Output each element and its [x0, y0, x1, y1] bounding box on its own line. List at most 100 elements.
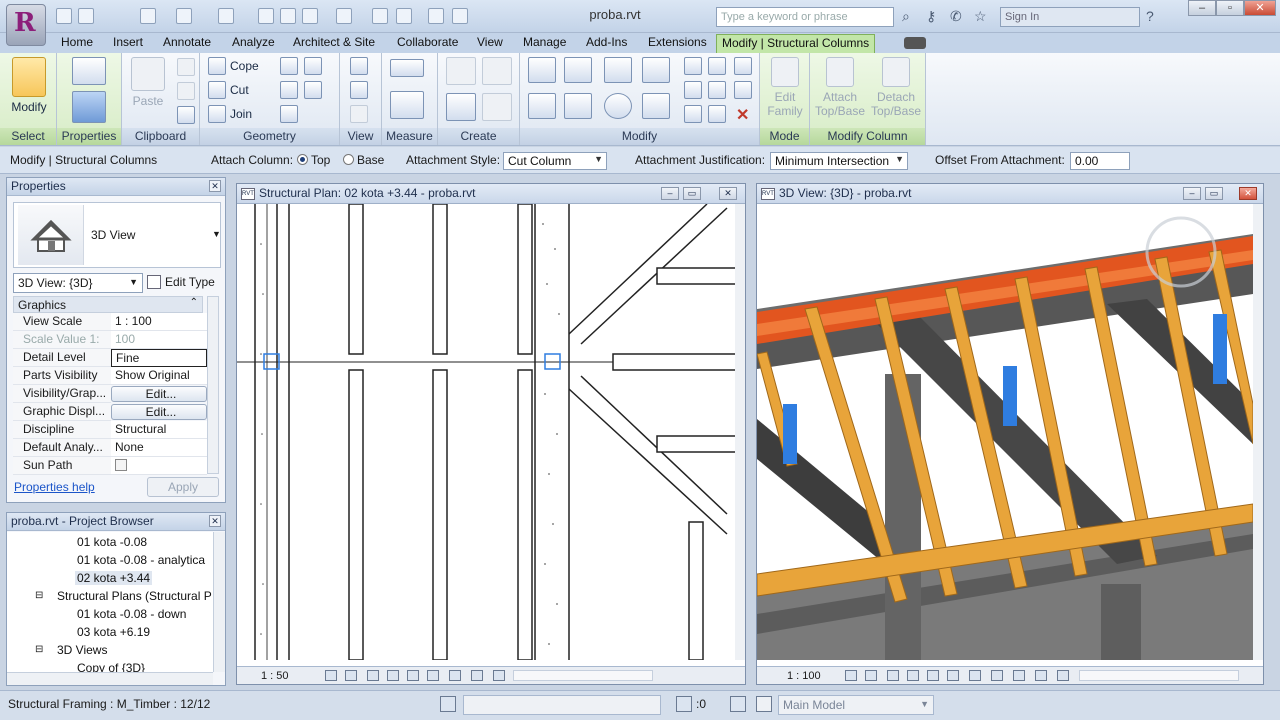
trim-icon[interactable]	[642, 93, 670, 119]
graphic-display-edit-button[interactable]: Edit...	[111, 404, 207, 420]
detach-top-base-button[interactable]: Detach Top/Base	[870, 57, 922, 118]
tree-item[interactable]: Structural Plans (Structural P	[57, 589, 212, 603]
favorites-icon[interactable]: ☆	[974, 8, 987, 25]
close-view-button[interactable]: ✕	[719, 187, 737, 200]
tab-analyze[interactable]: Analyze	[227, 34, 280, 53]
close-icon[interactable]: ✕	[209, 515, 221, 527]
crop-view-icon[interactable]	[947, 670, 959, 681]
analytical-model-icon[interactable]	[493, 670, 505, 681]
open-icon[interactable]	[56, 8, 72, 24]
sign-in-field[interactable]: Sign In	[1000, 7, 1140, 27]
offset-icon[interactable]	[564, 57, 592, 83]
undo-icon[interactable]	[140, 8, 156, 24]
match-properties-icon[interactable]	[177, 106, 195, 124]
linework-icon[interactable]	[350, 105, 368, 123]
create-group-icon[interactable]	[446, 93, 476, 121]
minimize-view-button[interactable]: –	[1183, 187, 1201, 200]
mirror-draw-icon[interactable]	[642, 57, 670, 83]
tab-architect-site[interactable]: Architect & Site	[288, 34, 380, 53]
filter-icon[interactable]	[676, 696, 692, 712]
prop-value[interactable]: None	[111, 439, 207, 457]
tree-item[interactable]: 01 kota -0.08 - analytica	[77, 553, 205, 567]
minimize-view-button[interactable]: –	[661, 187, 679, 200]
measure-between-icon[interactable]	[390, 59, 424, 77]
edit-family-button[interactable]: Edit Family	[766, 57, 804, 118]
dimension-icon[interactable]	[280, 8, 296, 24]
paint-icon[interactable]	[304, 57, 322, 75]
temporary-hide-icon[interactable]	[1013, 670, 1025, 681]
array-icon[interactable]	[684, 81, 702, 99]
prop-value[interactable]: Show Original	[111, 367, 207, 385]
graphics-group-header[interactable]: Graphics ⌃	[13, 296, 203, 313]
split-face-icon[interactable]	[280, 57, 298, 75]
align-icon[interactable]	[528, 57, 556, 83]
attachment-style-select[interactable]: Cut Column ▼	[503, 152, 607, 170]
close-view-button[interactable]: ✕	[1239, 187, 1257, 200]
wall-joins-icon[interactable]	[280, 81, 298, 99]
base-radio[interactable]: Base	[343, 153, 384, 167]
restore-view-button[interactable]: ▭	[1205, 187, 1223, 200]
workset-select[interactable]	[463, 695, 661, 715]
hide-in-view-icon[interactable]	[350, 57, 368, 75]
tab-extensions[interactable]: Extensions	[643, 34, 712, 53]
apply-button[interactable]: Apply	[147, 477, 219, 497]
cope-button[interactable]: Cope	[230, 59, 259, 73]
trim-single-icon[interactable]	[708, 105, 726, 123]
maximize-button[interactable]: ▫	[1216, 0, 1244, 16]
tab-collaborate[interactable]: Collaborate	[392, 34, 463, 53]
section-icon[interactable]	[372, 8, 388, 24]
sun-path-icon[interactable]	[887, 670, 899, 681]
tab-view[interactable]: View	[472, 34, 508, 53]
tab-home[interactable]: Home	[56, 34, 98, 53]
minimize-button[interactable]: –	[1188, 0, 1216, 16]
application-menu-button[interactable]: R	[6, 4, 46, 46]
help-icon[interactable]: ?	[1146, 8, 1154, 24]
save-icon[interactable]	[78, 8, 94, 24]
top-radio[interactable]: Top	[297, 153, 330, 167]
collapse-icon[interactable]: ⊟	[35, 590, 43, 601]
visual-style-icon[interactable]	[345, 670, 357, 681]
shadows-icon[interactable]	[907, 670, 919, 681]
reveal-hidden-icon[interactable]	[471, 670, 483, 681]
paste-button[interactable]: Paste	[128, 57, 168, 108]
editable-only-icon[interactable]	[756, 696, 772, 712]
join-icon[interactable]	[208, 105, 226, 123]
split-icon[interactable]	[684, 57, 702, 75]
trim-multiple-icon[interactable]	[684, 105, 702, 123]
binoculars-icon[interactable]: ⌕	[902, 8, 910, 25]
browser-vertical-scrollbar[interactable]	[213, 532, 225, 672]
restore-view-button[interactable]: ▭	[683, 187, 701, 200]
visibility-edit-button[interactable]: Edit...	[111, 386, 207, 402]
type-properties-icon[interactable]	[72, 57, 106, 85]
switch-windows-icon[interactable]	[452, 8, 468, 24]
temporary-hide-icon[interactable]	[449, 670, 461, 681]
move-icon[interactable]	[528, 93, 556, 119]
cut-clipboard-icon[interactable]	[177, 58, 195, 76]
edit-type-button[interactable]: Edit Type	[145, 273, 221, 293]
tab-modify-structural-columns[interactable]: Modify | Structural Columns	[716, 34, 876, 53]
close-icon[interactable]: ✕	[209, 180, 221, 192]
tree-item-selected[interactable]: 02 kota +3.44	[75, 571, 153, 585]
close-button[interactable]: ✕	[1244, 0, 1276, 16]
shadows-icon[interactable]	[387, 670, 399, 681]
collapse-icon[interactable]: ⊟	[35, 644, 43, 655]
3d-view-icon[interactable]	[336, 8, 352, 24]
properties-scrollbar[interactable]	[207, 296, 219, 474]
delete-icon[interactable]: ✕	[736, 105, 749, 125]
mirror-axis-icon[interactable]	[604, 57, 632, 83]
copy-icon[interactable]	[177, 82, 195, 100]
cope-icon[interactable]	[208, 57, 226, 75]
create-parts-icon[interactable]	[482, 57, 512, 85]
lock-view-icon[interactable]	[991, 670, 1003, 681]
view-panel-label[interactable]: View	[340, 128, 381, 145]
tab-annotate[interactable]: Annotate	[158, 34, 216, 53]
print-icon[interactable]	[218, 8, 234, 24]
close-hidden-icon[interactable]	[428, 8, 444, 24]
tab-manage[interactable]: Manage	[518, 34, 571, 53]
panel-toggle-icon[interactable]	[904, 37, 926, 49]
geometry-panel-label[interactable]: Geometry	[200, 128, 339, 145]
measure-panel-label[interactable]: Measure	[382, 128, 437, 145]
rendering-icon[interactable]	[927, 670, 939, 681]
justification-select[interactable]: Minimum Intersection ▼	[770, 152, 908, 170]
show-crop-icon[interactable]	[969, 670, 981, 681]
